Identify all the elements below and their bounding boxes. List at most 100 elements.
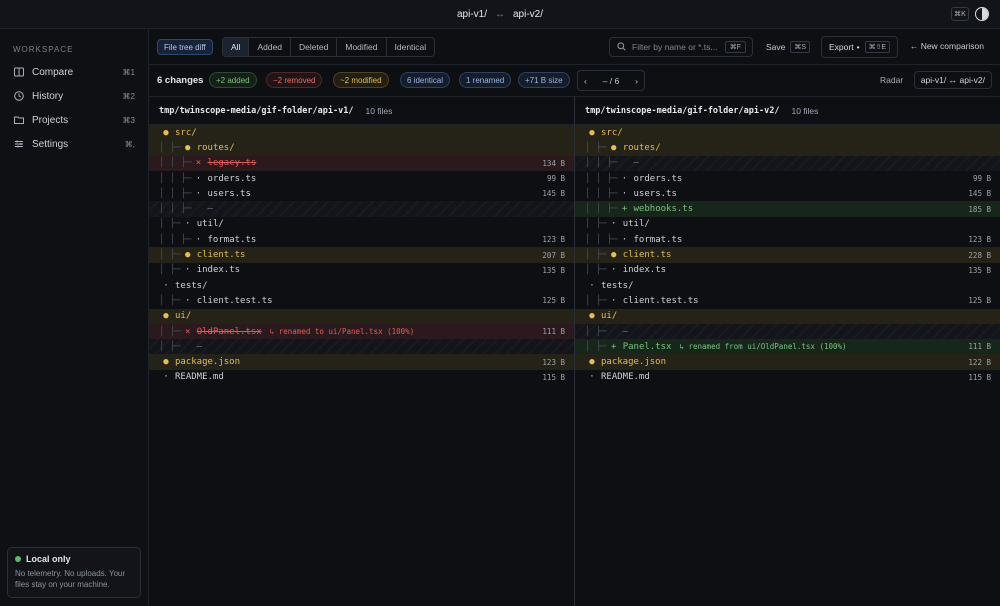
- theme-toggle-icon[interactable]: [975, 7, 989, 21]
- radar-button[interactable]: Radar: [880, 75, 903, 85]
- filter-deleted[interactable]: Deleted: [291, 38, 338, 56]
- summary-bar: 6 changes +2 added −2 removed ~2 modifie…: [149, 65, 1000, 97]
- file-tree-diff-button[interactable]: File tree diff: [157, 39, 213, 55]
- size-delta-badge: +71 B size: [518, 72, 570, 88]
- tree-row[interactable]: │ ├─ · index.ts 135 B: [575, 263, 1000, 278]
- file-name: format.ts: [207, 234, 257, 245]
- tree-row[interactable]: │ ├─ —: [575, 323, 1000, 340]
- file-name: —: [207, 204, 213, 215]
- new-comparison-button[interactable]: ← New comparison: [910, 41, 984, 51]
- command-palette-button[interactable]: ⌘K: [951, 7, 969, 21]
- filter-added[interactable]: Added: [249, 38, 292, 56]
- tree-row[interactable]: │ │ ├─ · users.ts 145 B: [149, 186, 574, 201]
- tree-row[interactable]: · README.md 115 B: [149, 370, 574, 385]
- local-only-title: Local only: [26, 554, 71, 564]
- tree-indent-guide: │ ├─: [159, 265, 181, 276]
- file-name: tests/: [601, 280, 634, 291]
- file-name: orders.ts: [633, 173, 683, 184]
- tree-row[interactable]: ● package.json 123 B: [149, 354, 574, 370]
- tree-row[interactable]: │ │ ├─ · users.ts 145 B: [575, 186, 1000, 201]
- file-size: 145 B: [542, 189, 565, 199]
- file-name: webhooks.ts: [633, 204, 694, 215]
- tree-row[interactable]: │ │ ├─ · orders.ts 99 B: [149, 171, 574, 186]
- tree-row[interactable]: │ ├─ × OldPanel.tsx ↳ renamed to ui/Panel.t…: [149, 323, 574, 340]
- removed-badge[interactable]: −2 removed: [266, 72, 323, 88]
- tree-row[interactable]: │ ├─ · util/: [575, 217, 1000, 232]
- file-name: —: [622, 326, 629, 337]
- modified-badge[interactable]: ~2 modified: [333, 72, 389, 88]
- file-size: 207 B: [542, 250, 565, 260]
- status-dot-icon: ·: [195, 188, 202, 199]
- tree-row[interactable]: ● src/: [575, 125, 1000, 141]
- tree-row[interactable]: │ │ ├─ × legacy.ts 134 B: [149, 155, 574, 171]
- tree-row[interactable]: │ ├─ ● routes/: [575, 140, 1000, 156]
- tree-row[interactable]: ● ui/: [149, 308, 574, 324]
- file-name: orders.ts: [207, 173, 257, 184]
- file-size: 115 B: [968, 372, 991, 382]
- tree-indent-guide: │ │ ├─: [585, 173, 618, 184]
- modified-dot-icon: ●: [589, 357, 595, 368]
- tree-row[interactable]: │ ├─ · client.test.ts 125 B: [149, 293, 574, 308]
- filter-modified[interactable]: Modified: [337, 38, 387, 56]
- tree-indent-guide: │ ├─: [159, 219, 181, 230]
- file-size: 111 B: [542, 327, 565, 336]
- added-badge[interactable]: +2 added: [209, 72, 257, 88]
- tree-row[interactable]: │ │ ├─ + webhooks.ts 185 B: [575, 201, 1000, 217]
- file-name: routes/: [196, 142, 235, 153]
- identical-badge[interactable]: 6 identical: [400, 72, 451, 88]
- file-name: util/: [196, 219, 224, 230]
- sidebar-item-settings[interactable]: Settings ⌘,: [6, 133, 143, 155]
- file-name: package.json: [601, 357, 667, 368]
- tree-indent-guide: │ │ ├─: [159, 173, 192, 184]
- tree-row[interactable]: │ │ ├─ —: [575, 155, 1000, 171]
- tree-row[interactable]: │ ├─ ● client.ts 207 B: [149, 247, 574, 263]
- tree-row[interactable]: │ ├─ · client.test.ts 125 B: [575, 293, 1000, 308]
- filter-input[interactable]: Filter by name or *.ts... ⌘F: [609, 37, 753, 57]
- file-size: 123 B: [968, 235, 991, 245]
- status-dot-icon: ·: [589, 372, 595, 383]
- filter-placeholder: Filter by name or *.ts...: [632, 42, 718, 52]
- tree-row[interactable]: │ │ ├─ · orders.ts 99 B: [575, 171, 1000, 186]
- file-name: tests/: [175, 280, 208, 291]
- title-bar: api-v1/ ↔ api-v2/ ⌘K: [0, 0, 1000, 29]
- filter-identical[interactable]: Identical: [387, 38, 435, 56]
- tree-row[interactable]: ● src/: [149, 125, 574, 141]
- sidebar-item-history[interactable]: History ⌘2: [6, 85, 143, 107]
- tree-row[interactable]: │ │ ├─ · format.ts 123 B: [575, 232, 1000, 247]
- file-count: 10 files: [791, 105, 819, 116]
- tree-row[interactable]: │ ├─ · util/: [149, 217, 574, 232]
- prev-change-button[interactable]: ‹: [584, 76, 587, 86]
- tree-row[interactable]: │ │ ├─ —: [149, 201, 574, 217]
- filter-all[interactable]: All: [223, 38, 250, 56]
- sidebar-item-projects[interactable]: Projects ⌘3: [6, 109, 143, 131]
- renamed-badge[interactable]: 1 renamed: [459, 72, 512, 88]
- tree-indent-guide: │ ├─: [585, 341, 607, 352]
- tree-row[interactable]: │ ├─ · index.ts 135 B: [149, 263, 574, 278]
- file-name: —: [633, 158, 639, 169]
- tree-row[interactable]: │ ├─ + Panel.tsx ↳ renamed from ui/OldPanel…: [575, 339, 1000, 355]
- tree-row[interactable]: · tests/: [575, 278, 1000, 293]
- shortcut-hint: ⌘2: [122, 91, 135, 101]
- tree-row[interactable]: │ ├─ ● client.ts 228 B: [575, 247, 1000, 263]
- tree-row[interactable]: ● package.json 122 B: [575, 354, 1000, 370]
- tree-row[interactable]: │ ├─ ● routes/: [149, 140, 574, 156]
- sidebar-item-compare[interactable]: Compare ⌘1: [6, 61, 143, 83]
- tree-row[interactable]: ● ui/: [575, 308, 1000, 324]
- tree-row[interactable]: · tests/: [149, 278, 574, 293]
- tree-row[interactable]: │ │ ├─ · format.ts 123 B: [149, 232, 574, 247]
- tree-row[interactable]: │ ├─ —: [149, 339, 574, 355]
- export-button[interactable]: Export • ⌘⇧E: [821, 36, 899, 58]
- tree-indent-guide: │ │ ├─: [159, 234, 192, 245]
- status-dot-icon: ·: [163, 372, 169, 383]
- next-change-button[interactable]: ›: [635, 76, 638, 86]
- shortcut-hint: ⌘1: [122, 67, 135, 77]
- save-button[interactable]: Save ⌘S: [766, 41, 811, 53]
- file-size: 135 B: [968, 265, 991, 275]
- tree-row[interactable]: · README.md 115 B: [575, 370, 1000, 385]
- sidebar: WORKSPACE Compare ⌘1 History ⌘2 Projects…: [0, 29, 149, 606]
- tree-indent-guide: │ │ ├─: [585, 188, 618, 199]
- sidebar-item-label: Settings: [32, 138, 69, 150]
- file-size: 123 B: [542, 235, 565, 245]
- file-name: src/: [175, 127, 197, 138]
- file-name: Panel.tsx: [622, 341, 672, 352]
